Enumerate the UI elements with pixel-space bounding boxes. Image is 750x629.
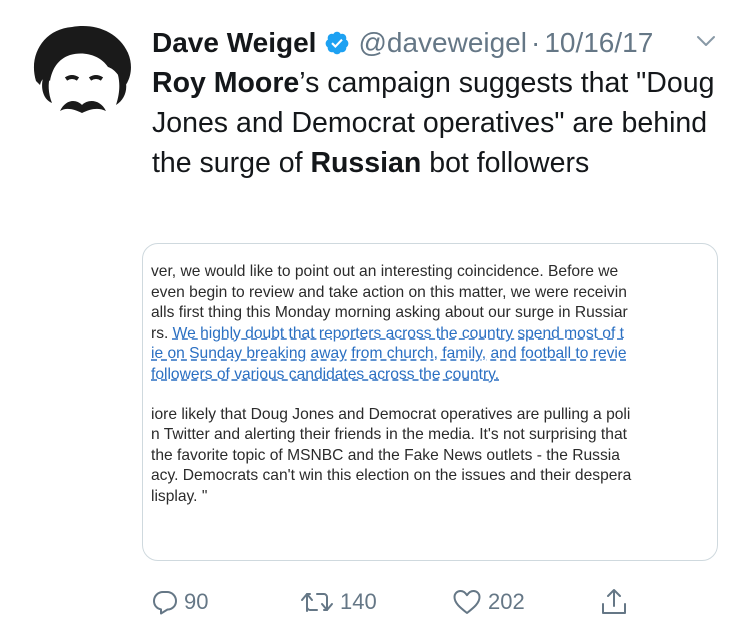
author-handle[interactable]: @daveweigel bbox=[358, 26, 527, 60]
share-icon bbox=[602, 589, 626, 614]
reply-button[interactable]: 90 bbox=[152, 584, 208, 620]
tweet-text-bold-name: Roy Moore bbox=[152, 67, 300, 99]
chevron-down-icon[interactable] bbox=[696, 34, 716, 48]
tweet-date[interactable]: 10/16/17 bbox=[544, 26, 653, 60]
excerpt-line-start: rs. bbox=[151, 324, 173, 342]
retweet-count: 140 bbox=[340, 589, 377, 614]
author-display-name[interactable]: Dave Weigel bbox=[152, 26, 316, 60]
excerpt-line-with-link: rs. We highly doubt that reporters acros… bbox=[151, 324, 717, 345]
excerpt-line: iore likely that Doug Jones and Democrat… bbox=[151, 405, 631, 423]
excerpt-link-line: ie on Sunday breaking away from church, … bbox=[151, 345, 627, 363]
excerpt-link-line: followers of various candidates across t… bbox=[151, 365, 500, 383]
excerpt-line: lisplay. " bbox=[151, 487, 208, 505]
excerpt-line: n Twitter and alerting their friends in … bbox=[151, 426, 627, 444]
excerpt-line: even begin to review and take action on … bbox=[151, 283, 627, 301]
verified-badge-icon bbox=[326, 31, 349, 55]
image-attachment[interactable]: ver, we would like to point out an inter… bbox=[142, 243, 718, 561]
retweet-icon bbox=[301, 593, 333, 612]
excerpt-line: alls first thing this Monday morning ask… bbox=[151, 304, 628, 322]
excerpt-link-line-wrapper: followers of various candidates across t… bbox=[151, 365, 717, 386]
tweet-text-segment: bot followers bbox=[421, 147, 590, 179]
heart-icon bbox=[453, 590, 481, 614]
tweet-header: Dave Weigel @daveweigel · 10/16/17 bbox=[152, 26, 653, 60]
avatar[interactable] bbox=[22, 15, 140, 133]
excerpt-line: the favorite topic of MSNBC and the Fake… bbox=[151, 446, 620, 464]
tweet-text: Roy Moore’s campaign suggests that "Doug… bbox=[152, 63, 732, 183]
document-excerpt: ver, we would like to point out an inter… bbox=[151, 262, 717, 508]
header-separator: · bbox=[530, 27, 541, 58]
tweet-actions: 90 140 202 bbox=[152, 584, 652, 620]
excerpt-line: acy. Democrats can't win this election o… bbox=[151, 467, 632, 485]
tweet-text-bold-word: Russian bbox=[310, 147, 422, 179]
reply-icon bbox=[153, 591, 177, 615]
excerpt-line: ver, we would like to point out an inter… bbox=[151, 263, 619, 280]
excerpt-link-text: We highly doubt that reporters across th… bbox=[172, 324, 624, 342]
reply-count: 90 bbox=[184, 589, 209, 614]
tweet: Dave Weigel @daveweigel · 10/16/17 Roy M… bbox=[0, 0, 750, 629]
like-count: 202 bbox=[488, 589, 525, 614]
retweet-button[interactable]: 140 bbox=[300, 584, 377, 620]
share-button[interactable] bbox=[600, 584, 628, 620]
avatar-illustration bbox=[22, 15, 140, 133]
like-button[interactable]: 202 bbox=[452, 584, 525, 620]
